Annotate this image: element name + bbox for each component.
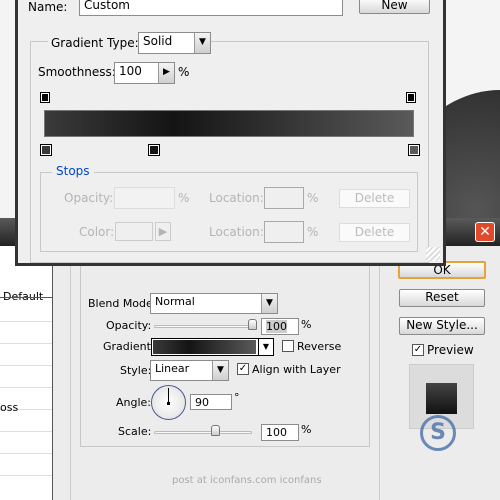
opacity-slider-thumb[interactable] xyxy=(248,319,257,330)
color-stop-middle[interactable] xyxy=(148,140,160,156)
gradient-picker[interactable]: ▼ xyxy=(151,338,274,356)
scale-label: Scale: xyxy=(118,425,152,438)
play-arrow-icon[interactable]: ▶ xyxy=(158,63,174,83)
percent-sign: % xyxy=(301,318,312,331)
smoothness-input[interactable]: 100 ▶ xyxy=(114,62,175,84)
percent-sign: % xyxy=(301,423,312,436)
stops-title: Stops xyxy=(52,164,94,178)
stop-color-swatch xyxy=(115,222,153,241)
scale-slider[interactable] xyxy=(154,431,252,434)
percent-sign: % xyxy=(178,191,190,205)
delete-opacity-stop-button: Delete xyxy=(339,189,410,208)
gradient-bar[interactable] xyxy=(44,110,414,137)
reverse-label: Reverse xyxy=(297,340,342,353)
gradient-type-select[interactable]: Solid ▼ xyxy=(138,32,211,54)
align-with-layer-label: Align with Layer xyxy=(252,363,341,376)
color-stop-right[interactable] xyxy=(408,140,420,156)
close-button[interactable]: ✕ xyxy=(475,222,495,242)
list-item-gloss[interactable]: oss xyxy=(0,401,18,414)
stop-opacity-label: Opacity: xyxy=(64,191,114,205)
percent-sign: % xyxy=(307,225,319,239)
percent-sign: % xyxy=(178,65,190,79)
resize-grip[interactable] xyxy=(426,247,440,261)
angle-label: Angle: xyxy=(116,396,152,409)
opacity-stop-right[interactable] xyxy=(406,92,418,108)
site-logo-watermark: S xyxy=(420,415,456,451)
blend-mode-select[interactable]: Normal ▼ xyxy=(150,293,278,314)
blend-mode-label: Blend Mode: xyxy=(88,297,157,310)
preview-label: Preview xyxy=(427,343,474,357)
dropdown-arrow-icon[interactable]: ▼ xyxy=(258,339,273,355)
preview-checkbox[interactable]: ✓ xyxy=(412,344,424,356)
angle-input[interactable]: 90 xyxy=(190,394,232,410)
percent-sign: % xyxy=(307,191,319,205)
gradient-label: Gradient: xyxy=(103,340,155,353)
name-input[interactable]: Custom xyxy=(79,0,343,16)
watermark-text: post at iconfans.com iconfans xyxy=(172,475,322,486)
delete-color-stop-button: Delete xyxy=(339,223,410,242)
chevron-down-icon: ▼ xyxy=(212,361,228,380)
stop-opacity-location-input xyxy=(264,187,304,209)
opacity-label: Opacity: xyxy=(106,319,152,332)
degree-sign: ° xyxy=(234,391,240,404)
name-label: Name: xyxy=(28,0,68,14)
stop-color-label: Color: xyxy=(79,225,115,239)
style-label: Style: xyxy=(120,364,152,377)
reset-button[interactable]: Reset xyxy=(399,289,485,307)
play-arrow-icon: ▶ xyxy=(155,222,171,241)
style-select[interactable]: Linear ▼ xyxy=(150,360,229,381)
stop-opacity-input xyxy=(114,187,175,209)
stop-opacity-location-label: Location: xyxy=(209,191,264,205)
stop-color-location-input xyxy=(264,221,304,243)
angle-dial[interactable] xyxy=(151,385,186,420)
styles-list: Default oss xyxy=(0,246,53,500)
align-with-layer-checkbox[interactable]: ✓ xyxy=(237,363,249,375)
opacity-stop-left[interactable] xyxy=(40,92,52,108)
color-stop-left[interactable] xyxy=(40,140,52,156)
scale-slider-thumb[interactable] xyxy=(211,425,220,436)
gradient-type-label: Gradient Type: xyxy=(48,36,142,50)
opacity-slider[interactable] xyxy=(154,325,254,328)
smoothness-label: Smoothness: xyxy=(38,65,116,79)
new-button[interactable]: New xyxy=(359,0,430,14)
scale-input[interactable]: 100 xyxy=(261,424,299,441)
reverse-checkbox[interactable] xyxy=(282,340,294,352)
chevron-down-icon: ▼ xyxy=(261,294,277,313)
stop-color-location-label: Location: xyxy=(209,225,264,239)
opacity-input[interactable]: 100 xyxy=(261,318,299,335)
new-style-button[interactable]: New Style... xyxy=(399,317,485,335)
chevron-down-icon: ▼ xyxy=(194,33,210,53)
